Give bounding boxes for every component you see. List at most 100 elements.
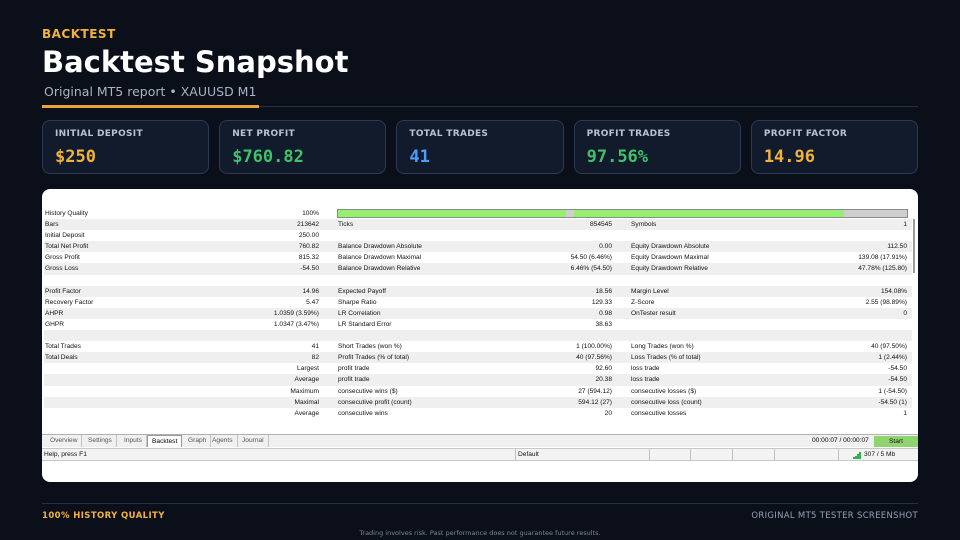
card-value: $250 bbox=[55, 147, 96, 167]
status-divider bbox=[515, 449, 516, 461]
card-label: NET PROFIT bbox=[232, 129, 295, 139]
report-cell-value-a: Maximal bbox=[294, 398, 319, 406]
report-cell-value-a: Maximum bbox=[290, 387, 319, 395]
report-cell-value-a: 82 bbox=[311, 354, 319, 362]
report-cell-label-a: Recovery Factor bbox=[45, 298, 94, 306]
history-quality-fill-a bbox=[338, 210, 566, 217]
report-cell-value-b: 854545 bbox=[589, 221, 612, 229]
report-cell-label-c: consecutive loss (count) bbox=[631, 398, 702, 406]
history-quality-row: History Quality 100% bbox=[44, 208, 912, 219]
report-cell-label-a: Gross Profit bbox=[45, 254, 80, 262]
page-subtitle: Original MT5 report • XAUUSD M1 bbox=[44, 84, 257, 99]
report-cell-value-a: Average bbox=[294, 376, 319, 384]
status-traffic: 307 / 5 Mb bbox=[864, 451, 896, 458]
report-row: Average profit trade 20.38 loss trade -54.50 bbox=[44, 374, 912, 386]
card-value: 97.56% bbox=[586, 147, 649, 167]
report-cell-label-c: loss trade bbox=[631, 376, 660, 384]
report-row: Gross Loss -54.50 Balance Drawdown Relativ… bbox=[44, 263, 912, 275]
report-row: Gross Profit 815.32 Balance Drawdown Maxim… bbox=[44, 252, 912, 263]
report-cell-label-c: Equity Drawdown Maximal bbox=[631, 254, 709, 262]
history-quality-fill-b bbox=[574, 210, 845, 217]
report-row bbox=[44, 275, 912, 286]
report-cell-label-b: Ticks bbox=[338, 221, 354, 229]
report-cell-value-b: 27 (594.12) bbox=[578, 387, 612, 395]
tab-backtest[interactable]: Backtest bbox=[147, 435, 183, 447]
report-cell-value-c: 1 bbox=[903, 221, 907, 229]
report-cell-value-c: 1 (2.44%) bbox=[878, 354, 907, 362]
report-cell-value-a: -54.50 bbox=[300, 265, 319, 273]
card-label: TOTAL TRADES bbox=[409, 129, 489, 139]
report-cell-label-a: AHPR bbox=[45, 309, 64, 317]
footer-rule bbox=[42, 503, 918, 504]
report-cell-value-c: 1 bbox=[903, 409, 907, 417]
status-bar: Help, press F1 Default 307 / 5 Mb bbox=[42, 448, 918, 461]
status-divider bbox=[649, 449, 650, 461]
report-cell-value-c: 154.08% bbox=[880, 287, 907, 295]
report-cell-label-a: Total Net Profit bbox=[45, 243, 89, 251]
report-cell-label-b: profit trade bbox=[338, 376, 370, 384]
report-row: Profit Factor 14.96 Expected Payoff 18.56 Ma… bbox=[44, 285, 912, 297]
card-profit-trades: PROFIT TRADES 97.56% bbox=[573, 120, 741, 174]
report-cell-label-c: Loss Trades (% of total) bbox=[631, 354, 701, 362]
report-cell-value-b: 18.56 bbox=[595, 287, 612, 295]
report-cell-label-c: Long Trades (won %) bbox=[631, 343, 694, 351]
report-row: GHPR 1.0347 (3.47%) LR Standard Error 38.63 bbox=[44, 319, 912, 330]
report-cell-label-b: Balance Drawdown Absolute bbox=[338, 243, 422, 251]
report-cell-value-b: 129.33 bbox=[591, 298, 612, 306]
footer-source-note: ORIGINAL MT5 TESTER SCREENSHOT bbox=[751, 511, 918, 521]
card-value: 14.96 bbox=[763, 147, 815, 167]
tab-inputs[interactable]: Inputs bbox=[120, 435, 147, 447]
card-net-profit: NET PROFIT $760.82 bbox=[219, 120, 387, 174]
card-label: PROFIT TRADES bbox=[586, 129, 671, 139]
history-quality-value: 100% bbox=[302, 210, 319, 217]
tab-overview[interactable]: Overview bbox=[46, 435, 83, 447]
report-cell-value-c: -54.50 (1) bbox=[878, 398, 907, 406]
report-cell-label-a: Initial Deposit bbox=[45, 232, 85, 240]
report-row: Bars 213642 Ticks 854545 Symbols 1 bbox=[44, 219, 912, 231]
report-cell-value-c: 2.55 (98.89%) bbox=[865, 298, 907, 306]
report-cell-value-b: 54.50 (6.46%) bbox=[570, 254, 612, 262]
card-initial-deposit: INITIAL DEPOSIT $250 bbox=[42, 120, 210, 174]
signal-icon bbox=[853, 452, 861, 459]
report-cell-value-a: 41 bbox=[311, 343, 319, 351]
report-row: Total Trades 41 Short Trades (won %) 1 (100… bbox=[44, 341, 912, 352]
report-cell-value-b: 1 (100.00%) bbox=[576, 343, 612, 351]
report-cell-label-c: consecutive losses bbox=[631, 409, 687, 417]
report-cell-value-a: 14.96 bbox=[302, 287, 319, 295]
report-cell-label-a: Profit Factor bbox=[45, 287, 81, 295]
history-quality-bar bbox=[337, 209, 908, 218]
eyebrow-label: BACKTEST bbox=[42, 27, 116, 41]
report-cell-label-b: LR Correlation bbox=[338, 309, 381, 317]
start-button[interactable]: Start bbox=[874, 436, 918, 447]
tab-journal[interactable]: Journal bbox=[238, 435, 269, 447]
page-title: Backtest Snapshot bbox=[42, 45, 349, 79]
tab-agents[interactable]: Agents bbox=[208, 435, 238, 447]
card-profit-factor: PROFIT FACTOR 14.96 bbox=[750, 120, 919, 174]
report-cell-value-b: 38.63 bbox=[595, 320, 612, 328]
report-cell-label-a: GHPR bbox=[45, 320, 65, 328]
mt5-tester-screenshot: History Quality 100% Bars 213642 Ticks 8545… bbox=[42, 189, 918, 482]
tab-settings[interactable]: Settings bbox=[84, 435, 117, 447]
report-cell-label-a: Total Deals bbox=[45, 354, 78, 362]
report-cell-value-c: 40 (97.50%) bbox=[871, 343, 907, 351]
report-cell-label-b: consecutive wins bbox=[338, 409, 388, 417]
report-cell-label-b: Sharpe Ratio bbox=[338, 298, 377, 306]
report-cell-label-c: Symbols bbox=[631, 221, 657, 229]
report-cell-label-b: Short Trades (won %) bbox=[338, 343, 402, 351]
status-profile: Default bbox=[518, 451, 539, 458]
report-cell-value-c: 0 bbox=[903, 309, 907, 317]
report-cell-value-c: 1 (-54.50) bbox=[878, 387, 907, 395]
report-cell-value-b: 92.60 bbox=[595, 365, 612, 373]
report-cell-value-a: 760.82 bbox=[298, 243, 319, 251]
report-scrollbar[interactable] bbox=[913, 219, 915, 273]
report-cell-label-b: LR Standard Error bbox=[338, 320, 392, 328]
report-cell-value-c: 139.08 (17.91%) bbox=[858, 254, 907, 262]
report-cell-value-b: 20.38 bbox=[595, 376, 612, 384]
report-row: Recovery Factor 5.47 Sharpe Ratio 129.33 Z-S… bbox=[44, 297, 912, 308]
report-cell-label-b: Expected Payoff bbox=[338, 287, 386, 295]
report-cell-label-b: Profit Trades (% of total) bbox=[338, 354, 410, 362]
report-cell-value-b: 0.00 bbox=[599, 243, 612, 251]
report-row: Maximal consecutive profit (count) 594.12 … bbox=[44, 396, 912, 408]
report-cell-value-a: 250.00 bbox=[298, 232, 319, 240]
report-row: AHPR 1.0359 (3.59%) LR Correlation 0.98 OnTe… bbox=[44, 307, 912, 319]
